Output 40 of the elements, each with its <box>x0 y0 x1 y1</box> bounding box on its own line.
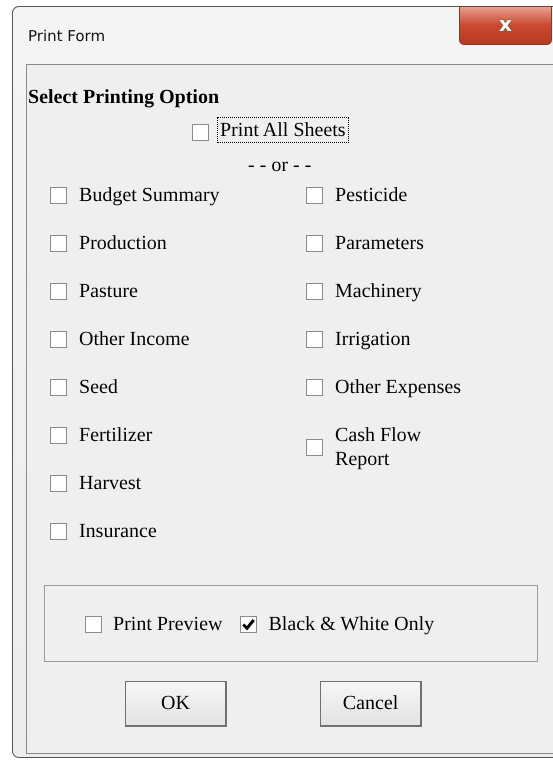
checkbox-label[interactable]: Other Expenses <box>335 375 475 399</box>
checkbox-label[interactable]: Parameters <box>335 231 475 255</box>
checkbox[interactable] <box>306 331 323 348</box>
checkbox[interactable] <box>50 427 67 444</box>
checkbox-label[interactable]: Print All Sheets <box>218 118 348 142</box>
checkbox-label[interactable]: Machinery <box>335 279 475 303</box>
checkbox-label[interactable]: Production <box>79 231 167 255</box>
checkbox-label[interactable]: Seed <box>79 375 118 399</box>
checkbox-label[interactable]: Pesticide <box>335 183 475 207</box>
checkbox[interactable] <box>192 124 209 140</box>
checkbox-label[interactable]: Print Preview <box>113 612 222 636</box>
checkbox-label[interactable]: Budget Summary <box>79 183 220 207</box>
checkbox[interactable] <box>50 283 67 300</box>
checkbox[interactable] <box>50 475 67 492</box>
checkbox[interactable] <box>50 379 67 396</box>
checkbox[interactable] <box>240 616 258 632</box>
checkbox-label[interactable]: Other Income <box>79 327 190 351</box>
checkbox[interactable] <box>50 331 67 348</box>
checkbox[interactable] <box>85 616 102 632</box>
checkbox-label[interactable]: Fertilizer <box>79 423 152 447</box>
checkbox-label[interactable]: Pasture <box>79 279 138 303</box>
checkbox[interactable] <box>306 235 323 252</box>
checkbox[interactable] <box>50 187 67 204</box>
checkbox-label[interactable]: Cash Flow Report <box>335 423 475 471</box>
checkbox-label[interactable]: Insurance <box>79 519 157 543</box>
checkbox-label[interactable]: Irrigation <box>335 327 475 351</box>
dialog-button[interactable]: OK <box>125 681 227 727</box>
checkbox-label[interactable]: Harvest <box>79 471 142 495</box>
checkbox[interactable] <box>306 283 323 300</box>
window-title: Print Form <box>28 26 106 44</box>
checkbox[interactable] <box>306 187 323 204</box>
dialog-button[interactable]: Cancel <box>320 681 422 727</box>
separator-text: - - or - - <box>248 153 312 177</box>
close-button[interactable]: x <box>459 6 552 45</box>
checkbox[interactable] <box>50 235 67 252</box>
checkbox-label[interactable]: Black & White Only <box>268 612 434 636</box>
checkbox[interactable] <box>306 439 323 456</box>
section-heading: Select Printing Option <box>28 85 220 109</box>
checkbox[interactable] <box>50 523 67 540</box>
checkbox[interactable] <box>306 379 323 396</box>
